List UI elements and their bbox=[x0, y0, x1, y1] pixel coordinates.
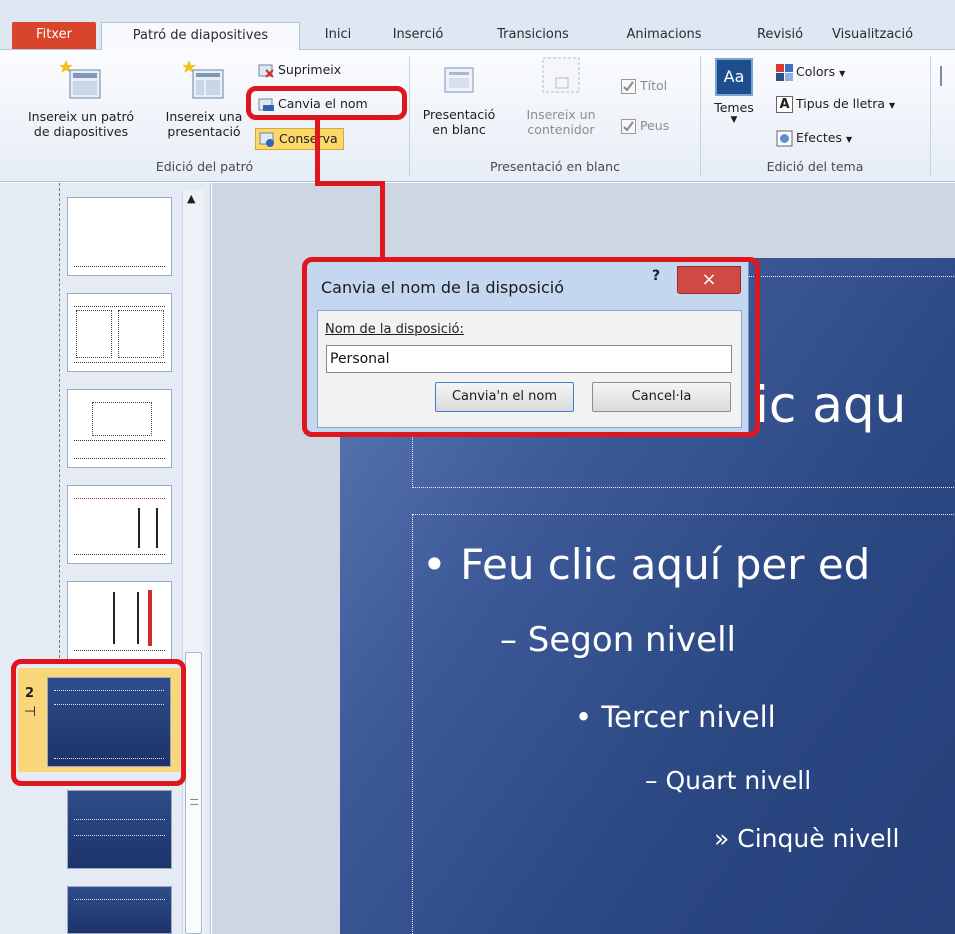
colors-button[interactable]: Colors ▼ bbox=[776, 62, 845, 82]
fonts-button[interactable]: A Tipus de lletra ▼ bbox=[776, 94, 895, 114]
insert-placeholder-label-2: contenidor bbox=[527, 122, 595, 137]
tab-slide-master[interactable]: Patró de diapositives bbox=[101, 22, 300, 51]
scroll-thumb[interactable] bbox=[185, 652, 202, 934]
preserve-icon bbox=[259, 132, 274, 147]
group-label-master-editing: Edició del patró bbox=[155, 159, 254, 174]
slide-level3-text: • Tercer nivell bbox=[575, 700, 776, 734]
tab-review[interactable]: Revisió bbox=[740, 22, 820, 49]
insert-placeholder-icon bbox=[542, 57, 580, 93]
themes-icon-text: Aa bbox=[723, 67, 745, 86]
colors-icon bbox=[776, 64, 793, 81]
insert-slide-master-label-1: Insereix un patró bbox=[27, 109, 135, 124]
scroll-up-icon[interactable]: ▲ bbox=[187, 192, 195, 205]
grip-icon bbox=[190, 799, 198, 805]
insert-slide-master-icon bbox=[59, 60, 101, 99]
layout-thumbnail[interactable] bbox=[67, 790, 172, 869]
dialog-highlight-box bbox=[302, 257, 760, 437]
fonts-icon: A bbox=[776, 96, 793, 113]
insert-slide-master-button[interactable]: Insereix un patró de diapositives bbox=[6, 58, 156, 139]
delete-button[interactable]: Suprimeix bbox=[258, 60, 341, 80]
checkbox-checked-icon bbox=[621, 119, 636, 134]
themes-button[interactable]: Aa Temes ▼ bbox=[706, 58, 762, 125]
group-separator bbox=[930, 56, 931, 176]
thumb-content bbox=[76, 310, 112, 358]
insert-placeholder-label-1: Insereix un bbox=[526, 107, 596, 122]
slide-level2-text: – Segon nivell bbox=[500, 620, 736, 660]
group-label-blank-layout: Presentació en blanc bbox=[490, 159, 620, 174]
thumb-accent bbox=[148, 590, 152, 646]
rename-highlight-box bbox=[246, 86, 407, 120]
thumb-chart bbox=[138, 508, 158, 548]
insert-slide-master-label-2: de diapositives bbox=[33, 124, 129, 139]
blank-layout-label-1: Presentació bbox=[422, 107, 496, 122]
layout-thumbnail[interactable] bbox=[67, 886, 172, 934]
themes-label: Temes bbox=[714, 100, 754, 115]
master-connector-line bbox=[59, 183, 60, 663]
tab-file[interactable]: Fitxer bbox=[12, 22, 96, 49]
insert-layout-button[interactable]: Insereix una presentació bbox=[158, 58, 250, 139]
effects-button[interactable]: Efectes ▼ bbox=[776, 128, 852, 148]
blank-layout-label-2: en blanc bbox=[432, 122, 486, 137]
background-styles-icon[interactable] bbox=[940, 66, 952, 86]
blank-layout-icon bbox=[444, 67, 474, 93]
tab-animations[interactable]: Animacions bbox=[605, 22, 723, 49]
layout-thumbnail[interactable] bbox=[67, 197, 172, 276]
chevron-down-icon: ▼ bbox=[839, 69, 846, 78]
connector-line-vertical-top bbox=[315, 118, 320, 186]
group-separator bbox=[409, 56, 410, 176]
thumb-content bbox=[118, 310, 164, 358]
ribbon-tab-bar: Fitxer Patró de diapositives Inici Inser… bbox=[0, 0, 955, 51]
group-separator bbox=[700, 56, 701, 176]
group-label-edit-theme: Edició del tema bbox=[766, 159, 864, 174]
chevron-down-icon: ▼ bbox=[845, 135, 853, 144]
thumbnail-scrollbar[interactable]: ▲ bbox=[182, 190, 204, 934]
slide-level5-text: » Cinquè nivell bbox=[714, 824, 900, 853]
slide-title-text: ic aqu bbox=[755, 376, 907, 434]
footers-checkbox-label: Peus bbox=[640, 118, 670, 133]
tab-view[interactable]: Visualització bbox=[832, 22, 955, 49]
preserve-label: Conserva bbox=[279, 131, 338, 146]
thumb-chart bbox=[113, 592, 139, 644]
colors-label: Colors bbox=[796, 64, 836, 79]
effects-icon bbox=[776, 130, 793, 147]
checkbox-checked-icon bbox=[621, 79, 636, 94]
layout-thumbnail[interactable] bbox=[67, 581, 172, 660]
footers-checkbox[interactable]: Peus bbox=[620, 116, 669, 136]
title-checkbox-label: Títol bbox=[640, 78, 668, 93]
insert-placeholder-button[interactable]: Insereix un contenidor bbox=[510, 54, 612, 137]
slide-level1-text: • Feu clic aquí per ed bbox=[422, 540, 871, 589]
tab-insert[interactable]: Inserció bbox=[378, 22, 458, 49]
chevron-down-icon: ▼ bbox=[889, 101, 896, 110]
chevron-down-icon: ▼ bbox=[730, 115, 738, 125]
tab-home[interactable]: Inici bbox=[308, 22, 368, 49]
selected-thumbnail-highlight-box bbox=[11, 659, 186, 786]
connector-line-horizontal bbox=[315, 181, 385, 186]
ribbon: Insereix un patró de diapositives Insere… bbox=[0, 50, 955, 182]
title-checkbox[interactable]: Títol bbox=[620, 76, 667, 96]
tab-transitions[interactable]: Transicions bbox=[478, 22, 588, 49]
preserve-button[interactable]: Conserva bbox=[255, 128, 344, 150]
layout-thumbnail[interactable] bbox=[67, 389, 172, 468]
effects-label: Efectes bbox=[796, 130, 842, 145]
fonts-icon-text: A bbox=[779, 97, 790, 112]
delete-label: Suprimeix bbox=[278, 62, 342, 77]
layout-thumbnail[interactable] bbox=[67, 485, 172, 564]
delete-slide-icon bbox=[258, 64, 274, 78]
insert-layout-label-2: presentació bbox=[167, 124, 241, 139]
insert-layout-icon bbox=[182, 60, 224, 99]
slide-level4-text: – Quart nivell bbox=[645, 766, 812, 795]
fonts-label: Tipus de lletra bbox=[796, 96, 886, 111]
blank-layout-button[interactable]: Presentació en blanc bbox=[414, 60, 504, 137]
insert-layout-label-1: Insereix una bbox=[165, 109, 243, 124]
thumb-content bbox=[92, 402, 152, 436]
layout-thumbnail[interactable] bbox=[67, 293, 172, 372]
themes-icon: Aa bbox=[715, 58, 753, 96]
connector-line-vertical-bottom bbox=[380, 181, 385, 261]
